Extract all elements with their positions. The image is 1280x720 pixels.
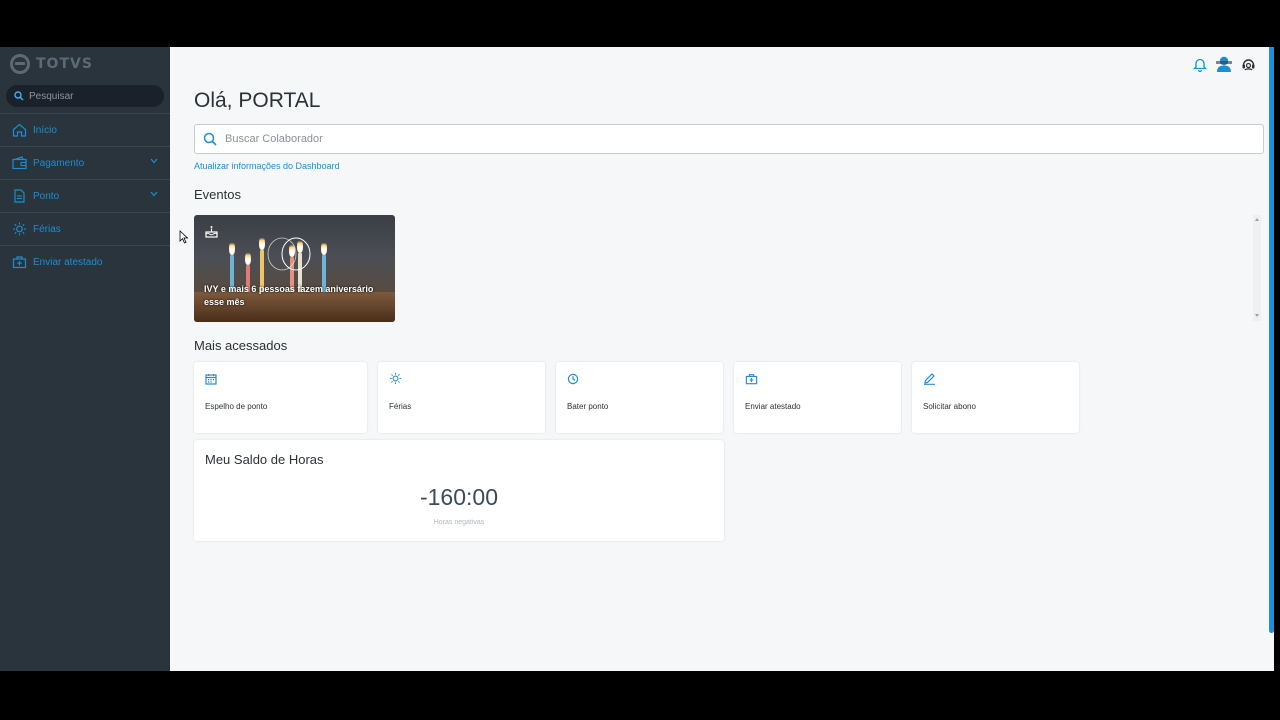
- event-text: IVY e mais 6 pessoas fazem aniversário e…: [204, 284, 374, 307]
- sidebar: TOTVS Início Pagamento Ponto Férias Envi…: [0, 47, 170, 671]
- page-scrollbar[interactable]: [1269, 47, 1274, 633]
- flame: [245, 251, 251, 265]
- brand-name: TOTVS: [36, 56, 93, 72]
- quick-link-label: Férias: [389, 402, 412, 411]
- sidebar-search: [6, 85, 164, 107]
- medical-kit-icon: [745, 374, 758, 385]
- sidebar-item-pagamento[interactable]: Pagamento: [0, 146, 170, 179]
- sun-icon: [13, 222, 26, 236]
- calendar-icon: [205, 374, 217, 385]
- bell-icon[interactable]: [1193, 57, 1207, 72]
- sidebar-item-ponto[interactable]: Ponto: [0, 179, 170, 212]
- colaborador-search: [194, 124, 1264, 154]
- quick-link-espelho-de-ponto[interactable]: Espelho de ponto: [194, 362, 367, 433]
- event-card[interactable]: IVY e mais 6 pessoas fazem aniversário e…: [194, 215, 395, 322]
- quick-link-ferias[interactable]: Férias: [378, 362, 545, 433]
- quick-link-bater-ponto[interactable]: Bater ponto: [556, 362, 723, 433]
- flame: [259, 236, 265, 250]
- quick-link-enviar-atestado[interactable]: Enviar atestado: [734, 362, 901, 433]
- saldo-horas-subtitle: Horas negativas: [433, 519, 485, 526]
- sidebar-item-label: Enviar atestado: [33, 256, 103, 268]
- search-icon: [203, 132, 217, 146]
- header-actions: [1193, 55, 1256, 73]
- app-frame: TOTVS Início Pagamento Ponto Férias Envi…: [0, 47, 1280, 671]
- totvs-logo-icon: [10, 54, 30, 74]
- chevron-down-icon[interactable]: [150, 191, 158, 197]
- quick-link-label: Solicitar abono: [923, 402, 976, 411]
- sidebar-item-label: Férias: [33, 223, 61, 235]
- sidebar-item-ferias[interactable]: Férias: [0, 212, 170, 245]
- sidebar-item-enviar-atestado[interactable]: Enviar atestado: [0, 245, 170, 278]
- main-content: Olá, PORTAL Atualizar informações do Das…: [170, 47, 1274, 671]
- saldo-horas-title: Meu Saldo de Horas: [205, 452, 324, 467]
- sidebar-item-inicio[interactable]: Início: [0, 113, 170, 146]
- refresh-dashboard-link[interactable]: Atualizar informações do Dashboard: [194, 161, 340, 171]
- support-icon[interactable]: [1241, 57, 1256, 72]
- most-accessed-section-title: Mais acessados: [194, 338, 288, 353]
- home-icon: [12, 123, 27, 137]
- quick-link-label: Espelho de ponto: [205, 402, 268, 411]
- scroll-up-icon[interactable]: [1254, 217, 1260, 222]
- sun-icon: [389, 372, 402, 385]
- quick-link-label: Bater ponto: [567, 402, 609, 411]
- page-title: Olá, PORTAL: [194, 89, 321, 112]
- flame: [229, 241, 235, 255]
- sidebar-item-label: Pagamento: [33, 157, 85, 169]
- sidebar-search-input[interactable]: [29, 90, 149, 102]
- quick-link-label: Enviar atestado: [745, 402, 801, 411]
- mouse-cursor-icon: [179, 230, 189, 244]
- video-loader-ring: [267, 237, 311, 271]
- avatar-icon[interactable]: [1215, 55, 1233, 73]
- events-scrollbar[interactable]: [1253, 215, 1261, 321]
- wallet-icon: [12, 156, 27, 170]
- scroll-down-icon[interactable]: [1254, 313, 1260, 318]
- saldo-horas-card[interactable]: Meu Saldo de Horas -160:00 Horas negativ…: [194, 440, 724, 541]
- sidebar-item-label: Ponto: [33, 190, 60, 202]
- medical-kit-icon: [12, 256, 27, 269]
- events-section-title: Eventos: [194, 187, 241, 202]
- pencil-icon: [924, 373, 935, 385]
- search-icon: [14, 91, 24, 101]
- chevron-down-icon[interactable]: [150, 158, 158, 164]
- document-icon: [14, 189, 25, 203]
- clock-icon: [567, 373, 579, 385]
- quick-link-solicitar-abono[interactable]: Solicitar abono: [912, 362, 1079, 433]
- sidebar-item-label: Início: [33, 124, 57, 136]
- brand-logo[interactable]: TOTVS: [0, 47, 170, 81]
- saldo-horas-value: -160:00: [419, 484, 498, 510]
- cake-icon: [205, 226, 218, 238]
- colaborador-search-input[interactable]: [225, 133, 1125, 145]
